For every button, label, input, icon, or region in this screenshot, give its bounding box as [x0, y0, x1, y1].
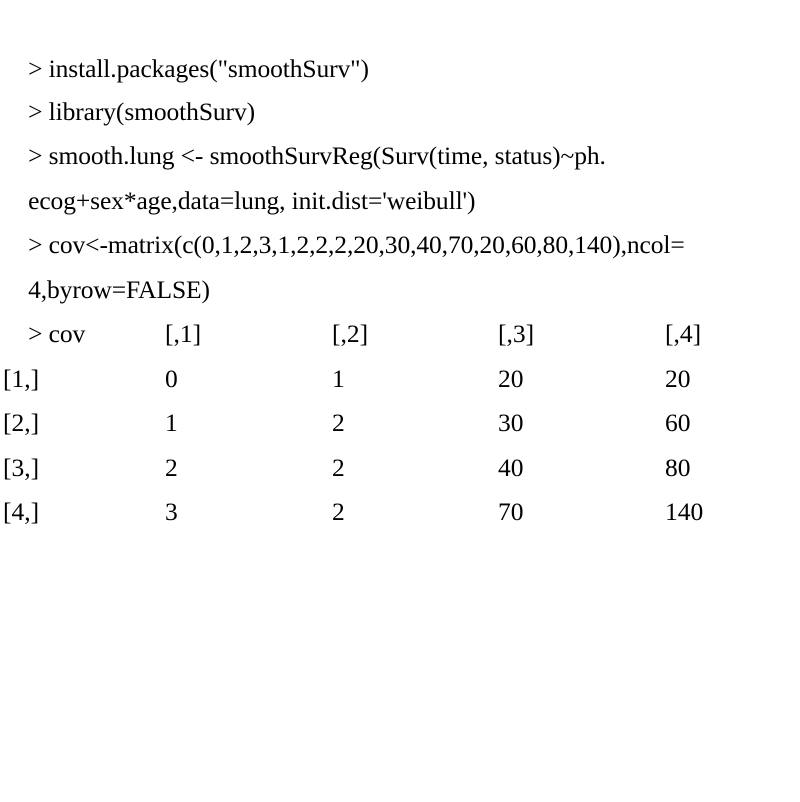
matrix-cell: 140	[665, 497, 704, 526]
matrix-row-label: [3,]	[3, 452, 40, 482]
matrix-cell: 20	[665, 363, 691, 393]
matrix-cell: 2	[165, 452, 178, 482]
matrix-row: [2,] 1 2 30 60	[0, 401, 800, 446]
matrix-column-header-1: [,1]	[165, 319, 202, 348]
matrix-cell: 80	[665, 452, 691, 482]
matrix-cell: 2	[332, 408, 345, 437]
console-line-install-packages: > install.packages("smoothSurv")	[0, 0, 800, 83]
matrix-cell: 2	[332, 452, 345, 482]
matrix-column-header-2: [,2]	[332, 319, 369, 348]
matrix-cell: 30	[498, 408, 524, 437]
matrix-cell: 1	[332, 363, 345, 393]
console-line-library: > library(smoothSurv)	[0, 45, 800, 126]
console-line-cov-matrix-part2: 4,byrow=FALSE)	[0, 223, 800, 304]
matrix-cell: 60	[665, 408, 691, 437]
matrix-header-row: [,1] [,2] [,3] [,4]	[0, 312, 800, 357]
console-line-cov-print: > cov	[0, 268, 800, 348]
matrix-row: [1,] 0 1 20 20	[0, 357, 800, 402]
matrix-column-header-3: [,3]	[498, 319, 535, 348]
matrix-row-label: [4,]	[3, 497, 40, 526]
matrix-row: [3,] 2 2 40 80	[0, 446, 800, 491]
matrix-cell: 20	[498, 363, 524, 393]
console-line-cov-matrix-part1: > cov<-matrix(c(0,1,2,3,1,2,2,2,20,30,40…	[0, 179, 800, 259]
matrix-cell: 40	[498, 452, 524, 482]
matrix-cell: 3	[165, 497, 178, 526]
matrix-cell: 70	[498, 497, 524, 526]
matrix-row-label: [1,]	[3, 363, 40, 393]
matrix-row: [4,] 3 2 70 140	[0, 490, 800, 535]
matrix-cell: 0	[165, 363, 178, 393]
matrix-column-header-4: [,4]	[665, 319, 702, 348]
matrix-row-label: [2,]	[3, 408, 40, 437]
r-console-transcript[interactable]: > install.packages("smoothSurv") > libra…	[0, 0, 800, 552]
matrix-cell: 2	[332, 497, 345, 526]
console-line-smoothsurvreg-part2: ecog+sex*age,data=lung, init.dist='weibu…	[0, 134, 800, 215]
matrix-cell: 1	[165, 408, 178, 437]
console-line-smoothsurvreg-part1: > smooth.lung <- smoothSurvReg(Surv(time…	[0, 90, 800, 170]
